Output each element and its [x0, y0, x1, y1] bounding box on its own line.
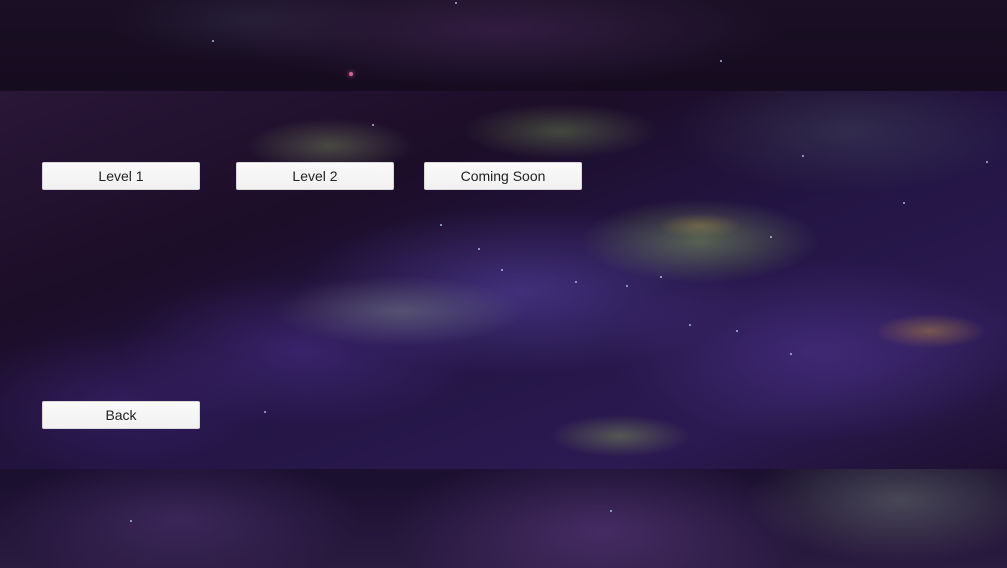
star — [372, 124, 374, 126]
star — [501, 269, 503, 271]
star — [478, 248, 480, 250]
level-select-screen: Level 1 Level 2 Coming Soon Back — [0, 0, 1007, 568]
star — [264, 411, 266, 413]
star — [689, 324, 691, 326]
star — [440, 224, 442, 226]
star — [790, 353, 792, 355]
star — [986, 161, 988, 163]
star — [130, 520, 132, 522]
star — [720, 60, 722, 62]
star — [736, 330, 738, 332]
star — [626, 285, 628, 287]
star — [349, 72, 353, 76]
level-2-button[interactable]: Level 2 — [236, 162, 394, 190]
star — [903, 202, 905, 204]
star — [610, 510, 612, 512]
star — [575, 281, 577, 283]
star — [802, 155, 804, 157]
star — [455, 2, 457, 4]
coming-soon-button[interactable]: Coming Soon — [424, 162, 582, 190]
star — [660, 276, 662, 278]
back-button[interactable]: Back — [42, 401, 200, 429]
star — [770, 236, 772, 238]
star — [212, 40, 214, 42]
level-1-button[interactable]: Level 1 — [42, 162, 200, 190]
